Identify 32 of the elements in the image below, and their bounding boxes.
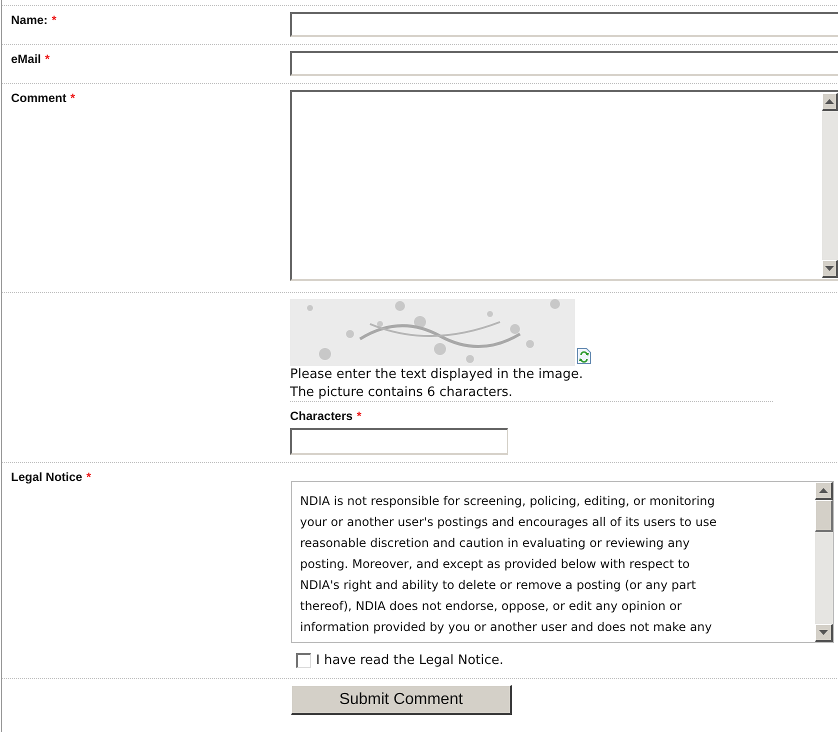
required-mark: * <box>70 91 76 105</box>
scroll-up-button[interactable] <box>815 482 833 500</box>
comment-field[interactable] <box>290 90 838 281</box>
scrollbar-track[interactable] <box>815 482 833 642</box>
down-arrow-icon <box>819 630 828 635</box>
field-label: Characters <box>290 409 353 423</box>
refresh-icon[interactable] <box>577 348 591 364</box>
legal-notice-text: NDIA is not responsible for screening, policing, editing, or monitoring your or another user's postings and encourages all of its users to use reasonable discretion and caution in evaluating or reviewing any posting. Moreover, and except as provided below with respect to NDIA's right and ability to delete or remove a posting (or any part thereof), NDIA does not endorse, oppose, or edit any opinion or information provided by you or another user and does not make any <box>299 493 718 636</box>
field-label: Comment <box>11 91 66 105</box>
required-mark: * <box>356 409 362 423</box>
checkbox[interactable] <box>296 652 311 668</box>
up-arrow-icon <box>825 99 834 104</box>
characters-field[interactable] <box>290 428 508 455</box>
field-label: Name: <box>11 13 48 27</box>
field-label: Legal Notice <box>11 470 82 484</box>
required-mark: * <box>52 13 56 27</box>
instruction-text: The picture contains 6 characters. <box>290 384 514 402</box>
down-arrow-icon <box>825 266 834 271</box>
required-mark: * <box>45 52 50 66</box>
scrollbar-thumb[interactable] <box>815 500 833 532</box>
required-mark: * <box>86 470 92 484</box>
scroll-down-button[interactable] <box>815 624 833 642</box>
input-field[interactable] <box>290 12 838 37</box>
input-field[interactable] <box>290 51 838 76</box>
submit-button[interactable]: Submit Comment <box>291 685 512 715</box>
checkbox-label: I have read the Legal Notice. <box>316 652 504 668</box>
scroll-down-button[interactable] <box>822 260 838 278</box>
scrollbar-track[interactable] <box>822 93 838 278</box>
up-arrow-icon <box>819 488 828 493</box>
scroll-up-button[interactable] <box>822 93 838 111</box>
instruction-text: Please enter the text displayed in the image. <box>290 366 584 384</box>
field-label: eMail <box>11 52 42 66</box>
